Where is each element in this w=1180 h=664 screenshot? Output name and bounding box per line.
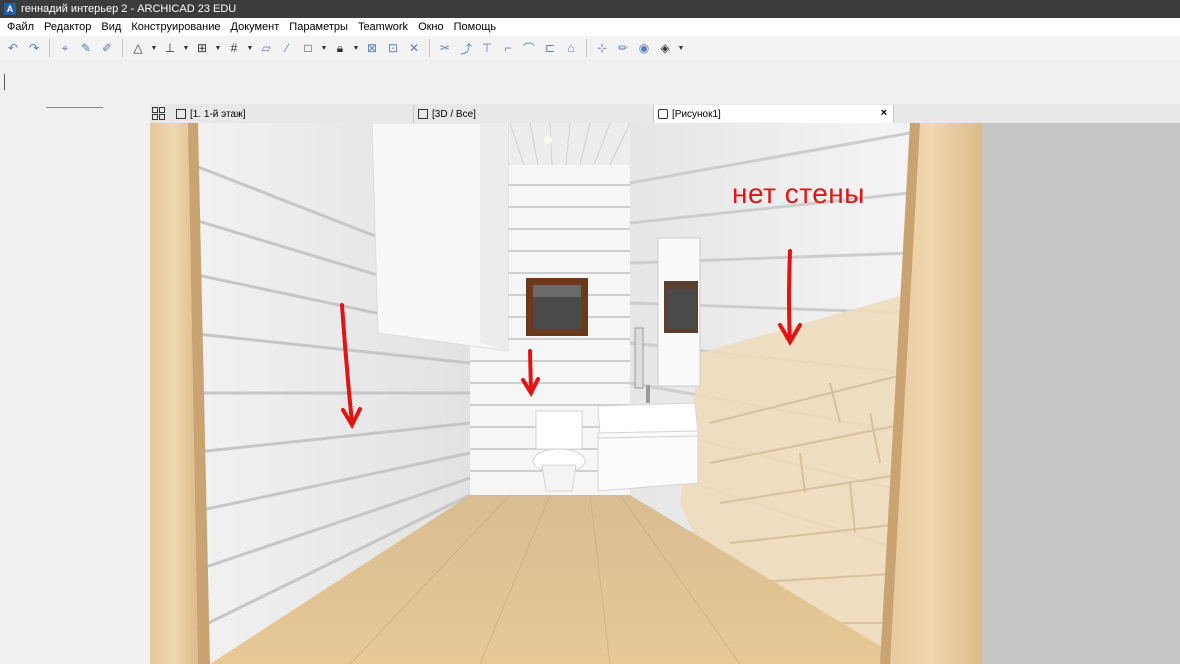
menu-teamwork[interactable]: Teamwork: [353, 21, 413, 33]
archicad-logo-icon: A: [4, 3, 16, 15]
3d-navigation-icon[interactable]: ◈: [656, 39, 674, 57]
pick-up-parameters-icon[interactable]: ⌖: [56, 39, 74, 57]
toolbar-divider: [429, 39, 430, 57]
toolbar-divider: [586, 39, 587, 57]
chevron-down-icon[interactable]: ▼: [320, 39, 328, 57]
chevron-down-icon[interactable]: ▼: [677, 39, 685, 57]
ungroup-icon[interactable]: ⊡: [384, 39, 402, 57]
adjust-icon[interactable]: ⤴: [457, 39, 475, 57]
window-title: геннадий интерьер 2 - ARCHICAD 23 EDU: [21, 3, 237, 15]
redo-icon[interactable]: ↷: [25, 39, 43, 57]
chevron-down-icon[interactable]: ▼: [214, 39, 222, 57]
undo-icon[interactable]: ↶: [4, 39, 22, 57]
chevron-down-icon[interactable]: ▼: [352, 39, 360, 57]
standard-toolbar: ↶ ↷ ⌖ ✎ ✐ △ ▼ ⊥ ▼ ⊞ ▼ # ▼ ▱ ⁄ □ ▼ 🔒︎ ▼ ⊠…: [0, 36, 1180, 60]
3d-view-icon: [418, 109, 428, 119]
chevron-down-icon[interactable]: ▼: [182, 39, 190, 57]
grid-snap-icon[interactable]: #: [225, 39, 243, 57]
view-tab-bar: [1. 1-й этаж] [3D / Все] [Рисунок1] ×: [150, 104, 1180, 123]
solid-element-icon[interactable]: ⊹: [593, 39, 611, 57]
snap-points-icon[interactable]: ⊞: [193, 39, 211, 57]
offset-icon[interactable]: ⊏: [541, 39, 559, 57]
floor-plan-icon: [176, 109, 186, 119]
menu-bar: Файл Редактор Вид Конструирование Докуме…: [0, 18, 1180, 36]
guide-lines-icon[interactable]: △: [129, 39, 147, 57]
menu-design[interactable]: Конструирование: [126, 21, 225, 33]
intersect-icon[interactable]: ⊤: [478, 39, 496, 57]
menu-options[interactable]: Параметры: [284, 21, 353, 33]
tile-windows-icon[interactable]: [152, 107, 165, 120]
camera-icon: [658, 109, 668, 119]
close-icon[interactable]: ×: [881, 107, 887, 119]
info-box: [0, 60, 1180, 104]
tab-label: [3D / Все]: [432, 108, 476, 120]
trim-icon[interactable]: ⌐: [499, 39, 517, 57]
toolbar-divider: [49, 39, 50, 57]
menu-edit[interactable]: Редактор: [39, 21, 96, 33]
split-icon[interactable]: ✂: [436, 39, 454, 57]
chevron-down-icon[interactable]: ▼: [150, 39, 158, 57]
info-box-divider: [4, 74, 5, 90]
layer-combination-icon[interactable]: □: [299, 39, 317, 57]
syringe-icon[interactable]: ✐: [98, 39, 116, 57]
title-bar: A геннадий интерьер 2 - ARCHICAD 23 EDU: [0, 0, 1180, 18]
menu-file[interactable]: Файл: [2, 21, 39, 33]
render-icon[interactable]: ◉: [635, 39, 653, 57]
suspend-groups-icon[interactable]: ▱: [257, 39, 275, 57]
explode-icon[interactable]: ✕: [405, 39, 423, 57]
menu-help[interactable]: Помощь: [449, 21, 502, 33]
pen-icon[interactable]: ✏: [614, 39, 632, 57]
roof-icon[interactable]: ⌂: [562, 39, 580, 57]
navigator-panel: [0, 104, 150, 664]
tab-label: [Рисунок1]: [672, 108, 721, 120]
toolbar-divider: [122, 39, 123, 57]
menu-window[interactable]: Окно: [413, 21, 449, 33]
fillet-icon[interactable]: ⌒: [520, 39, 538, 57]
panel-divider: [46, 107, 103, 108]
menu-document[interactable]: Документ: [226, 21, 285, 33]
magic-wand-icon[interactable]: ⁄: [278, 39, 296, 57]
tab-3d[interactable]: [3D / Все]: [414, 105, 654, 123]
tab-render[interactable]: [Рисунок1] ×: [654, 105, 894, 123]
menu-view[interactable]: Вид: [96, 21, 126, 33]
annotation-no-wall: нет стены: [732, 178, 865, 209]
snap-guides-icon[interactable]: ⊥: [161, 39, 179, 57]
tab-floor-plan[interactable]: [1. 1-й этаж]: [172, 105, 414, 123]
lock-icon[interactable]: 🔒︎: [331, 39, 349, 57]
group-icon[interactable]: ⊠: [363, 39, 381, 57]
viewport-background: [982, 123, 1180, 664]
chevron-down-icon[interactable]: ▼: [246, 39, 254, 57]
tab-label: [1. 1-й этаж]: [190, 108, 246, 120]
eyedropper-icon[interactable]: ✎: [77, 39, 95, 57]
